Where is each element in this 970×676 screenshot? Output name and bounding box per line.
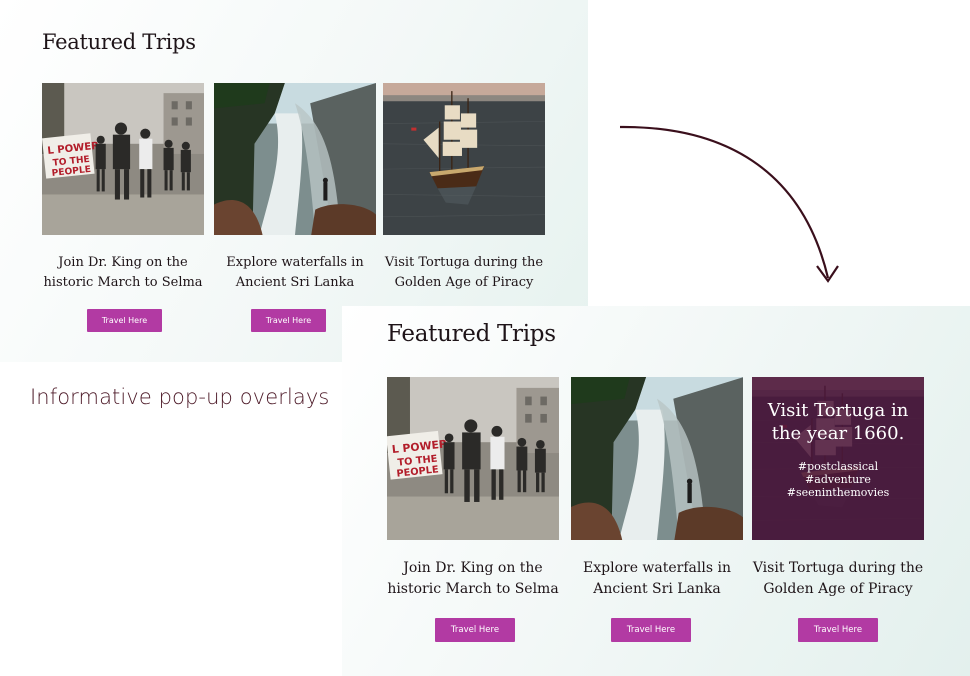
travel-here-button[interactable]: Travel Here — [87, 309, 162, 332]
section-title: Featured Trips — [42, 30, 196, 54]
trip-caption: Explore waterfalls in Ancient Sri Lanka — [583, 560, 731, 597]
trip-caption: Visit Tortuga during the Golden Age of P… — [752, 560, 924, 597]
trip-card-selma: Join Dr. King on the historic March to S… — [42, 83, 204, 333]
tag: #postclassical — [797, 459, 879, 473]
section-title: Featured Trips — [387, 321, 556, 347]
travel-here-button[interactable]: Travel Here — [251, 309, 326, 332]
trip-caption: Join Dr. King on the historic March to S… — [43, 255, 203, 290]
waterfall-photo[interactable] — [214, 83, 376, 235]
annotation-label: Informative pop-up overlays — [30, 385, 330, 409]
ship-photo[interactable]: Visit Tortuga in the year 1660. #postcla… — [752, 377, 924, 540]
trip-card-sri-lanka: Explore waterfalls in Ancient Sri Lanka … — [214, 83, 376, 333]
overlay-headline: Visit Tortuga in the year 1660. — [767, 400, 909, 445]
waterfall-photo[interactable] — [571, 377, 743, 540]
featured-trips-after: Featured Trips Join Dr. King on the hist… — [342, 306, 970, 676]
trip-card-tortuga: Visit Tortuga during the Golden Age of P… — [383, 83, 545, 333]
travel-here-button[interactable]: Travel Here — [611, 618, 691, 642]
march-photo[interactable] — [42, 83, 204, 235]
trip-caption: Explore waterfalls in Ancient Sri Lanka — [226, 255, 364, 290]
march-photo[interactable] — [387, 377, 559, 540]
tag: #adventure — [805, 472, 871, 486]
travel-here-button[interactable]: Travel Here — [435, 618, 515, 642]
travel-here-button[interactable]: Travel Here — [798, 618, 878, 642]
arrow-icon — [619, 125, 839, 283]
trip-card-selma: Join Dr. King on the historic March to S… — [387, 377, 559, 647]
trip-card-sri-lanka: Explore waterfalls in Ancient Sri Lanka … — [571, 377, 743, 647]
ship-photo[interactable] — [383, 83, 545, 235]
overlay-tags: #postclassical #adventure #seeninthemovi… — [752, 460, 924, 500]
trip-caption: Join Dr. King on the historic March to S… — [387, 560, 559, 597]
trip-caption: Visit Tortuga during the Golden Age of P… — [384, 255, 544, 290]
trip-card-tortuga: Visit Tortuga in the year 1660. #postcla… — [752, 377, 924, 647]
info-overlay[interactable]: Visit Tortuga in the year 1660. #postcla… — [752, 377, 924, 540]
tag: #seeninthemovies — [786, 486, 890, 500]
